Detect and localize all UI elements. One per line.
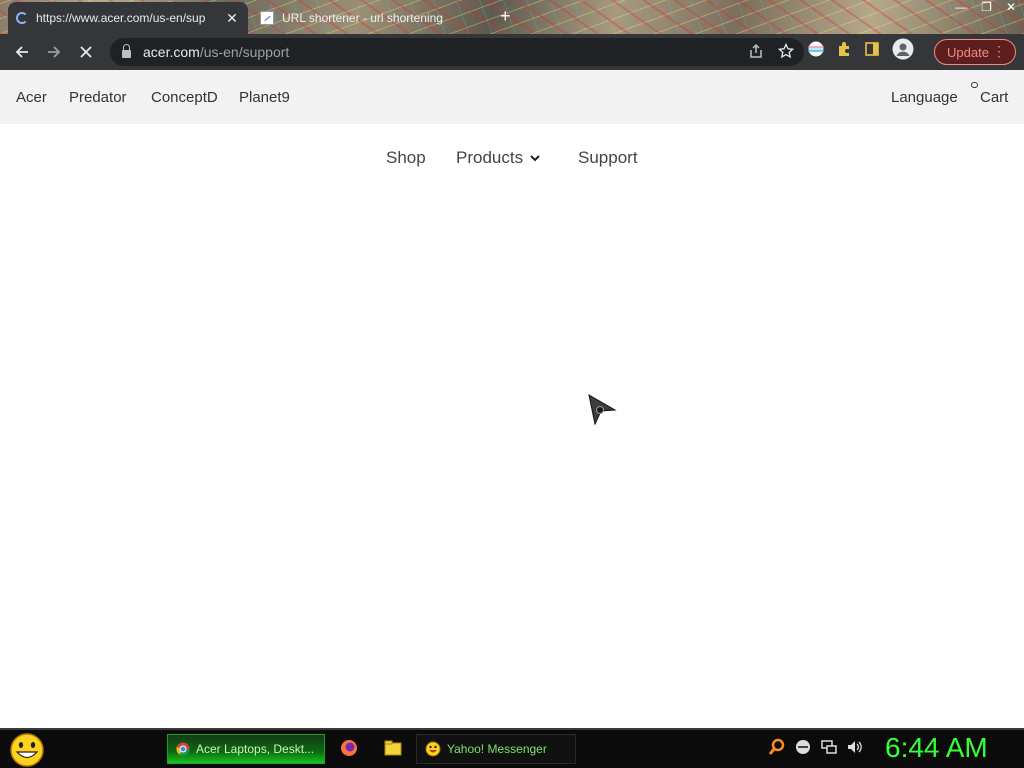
- side-panel-icon[interactable]: [864, 41, 880, 62]
- folder-icon[interactable]: [383, 738, 403, 758]
- taskbar-task-yahoo-messenger[interactable]: Yahoo! Messenger: [416, 734, 576, 764]
- firefox-icon[interactable]: [339, 738, 359, 758]
- menu-dots-icon[interactable]: ⋮: [992, 44, 1006, 58]
- system-tray: [768, 738, 864, 756]
- address-url[interactable]: acer.com/us-en/support: [143, 44, 289, 60]
- url-shortener-favicon-icon: [260, 11, 274, 25]
- taskbar-task-label: Yahoo! Messenger: [447, 742, 547, 756]
- topnav-link-conceptd[interactable]: ConceptD: [151, 89, 218, 106]
- site-main-nav: Shop Products Support: [0, 124, 1024, 186]
- nav-products[interactable]: Products: [456, 148, 541, 168]
- network-icon[interactable]: [794, 738, 812, 756]
- os-taskbar: Acer Laptops, Deskt... Yahoo! Messenger …: [0, 728, 1024, 768]
- tab-close-icon[interactable]: ✕: [224, 10, 240, 27]
- cart-icon: [971, 82, 978, 88]
- taskbar-task-label: Acer Laptops, Deskt...: [196, 742, 315, 756]
- profile-flag-icon[interactable]: [808, 41, 824, 62]
- taskbar-clock[interactable]: 6:44 AM: [885, 732, 988, 764]
- volume-icon[interactable]: [846, 738, 864, 756]
- start-smiley-icon[interactable]: [8, 732, 46, 768]
- tab-title: https://www.acer.com/us-en/sup: [36, 11, 206, 25]
- update-button[interactable]: Update ⋮: [934, 39, 1016, 65]
- nav-shop[interactable]: Shop: [386, 148, 426, 168]
- account-icon[interactable]: [892, 38, 914, 65]
- window-controls: — ❐ ✕: [955, 0, 1016, 14]
- extensions-icon[interactable]: [836, 41, 852, 62]
- browser-toolbar: acer.com/us-en/support Update ⋮: [0, 34, 1024, 70]
- lock-icon[interactable]: [122, 44, 131, 58]
- tab-url-shortener[interactable]: URL shortener - url shortening: [252, 2, 482, 34]
- tab-title: URL shortener - url shortening: [282, 11, 443, 25]
- nav-shop-label: Shop: [386, 148, 426, 167]
- forward-icon[interactable]: [38, 36, 70, 68]
- topnav-link-acer[interactable]: Acer: [16, 89, 47, 106]
- close-window-icon[interactable]: ✕: [1006, 0, 1016, 14]
- cart-link[interactable]: Cart: [980, 89, 1008, 106]
- language-link[interactable]: Language: [891, 89, 958, 106]
- page-content-area: [0, 186, 1024, 728]
- loading-spinner-icon: [16, 12, 28, 24]
- url-domain: acer.com: [143, 44, 200, 60]
- taskbar-task-chrome[interactable]: Acer Laptops, Deskt...: [167, 734, 325, 764]
- new-tab-icon[interactable]: +: [500, 6, 511, 27]
- topnav-link-predator[interactable]: Predator: [69, 89, 127, 106]
- browser-tab-strip: https://www.acer.com/us-en/sup ✕ URL sho…: [0, 0, 1024, 34]
- yahoo-messenger-icon: [425, 741, 441, 757]
- address-bar[interactable]: acer.com/us-en/support: [110, 38, 804, 66]
- nav-support[interactable]: Support: [578, 148, 638, 168]
- nav-products-label: Products: [456, 148, 524, 167]
- update-label: Update: [947, 44, 989, 60]
- share-icon[interactable]: [748, 43, 764, 64]
- nav-support-label: Support: [578, 148, 638, 167]
- chevron-down-icon: [530, 155, 540, 162]
- mouse-cursor-icon: [588, 394, 617, 426]
- url-path: /us-en/support: [199, 44, 290, 60]
- back-icon[interactable]: [6, 36, 38, 68]
- bookmark-star-icon[interactable]: [777, 42, 795, 64]
- topnav-link-planet9[interactable]: Planet9: [239, 89, 290, 106]
- display-icon[interactable]: [820, 738, 838, 756]
- restore-icon[interactable]: ❐: [981, 0, 992, 14]
- tab-acer-support[interactable]: https://www.acer.com/us-en/sup ✕: [8, 2, 248, 34]
- stop-icon[interactable]: [70, 36, 102, 68]
- minimize-icon[interactable]: —: [955, 0, 967, 14]
- site-top-nav: Acer Predator ConceptD Planet9 Language …: [0, 70, 1024, 124]
- search-icon[interactable]: [768, 738, 786, 756]
- chrome-icon: [176, 742, 190, 756]
